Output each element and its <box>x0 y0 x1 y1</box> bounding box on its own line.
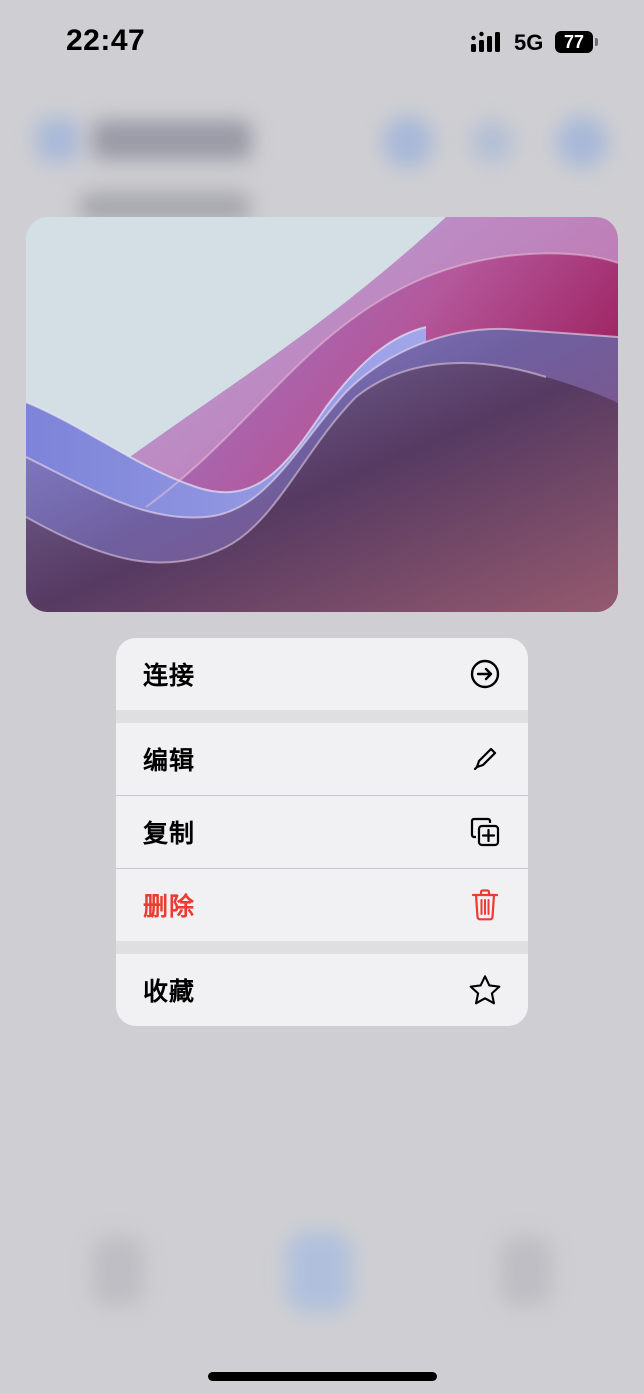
menu-item-duplicate[interactable]: 复制 <box>116 796 528 868</box>
menu-group-separator <box>116 941 528 954</box>
menu-item-label: 编辑 <box>143 746 196 775</box>
menu-item-delete[interactable]: 删除 <box>116 869 528 941</box>
menu-item-connect[interactable]: 连接 <box>116 638 528 710</box>
status-time: 22:47 <box>66 24 146 57</box>
menu-item-label: 删除 <box>143 892 196 921</box>
battery-level: 77 <box>563 31 585 52</box>
home-indicator[interactable] <box>208 1372 437 1381</box>
trash-icon <box>468 888 502 922</box>
wallpaper-image <box>26 217 618 612</box>
menu-group-separator <box>116 710 528 723</box>
blurred-title <box>92 120 252 160</box>
duplicate-plus-icon <box>468 815 502 849</box>
star-icon <box>468 973 502 1007</box>
menu-item-favorite[interactable]: 收藏 <box>116 954 528 1026</box>
blurred-button <box>382 116 434 168</box>
pencil-icon <box>468 742 502 776</box>
cellular-signal-icon <box>471 31 500 52</box>
battery-icon: 77 <box>555 31 593 53</box>
blurred-app-icon <box>36 118 80 162</box>
context-menu: 连接 编辑 复制 删除 收藏 <box>116 638 528 1026</box>
blurred-tab-item <box>286 1232 352 1312</box>
preview-image-card <box>26 217 618 612</box>
arrow-circle-right-icon <box>468 657 502 691</box>
blurred-button <box>556 116 608 168</box>
menu-item-label: 复制 <box>143 819 196 848</box>
battery-cap <box>595 38 598 46</box>
menu-item-label: 连接 <box>143 661 196 690</box>
network-type: 5G <box>514 30 544 55</box>
menu-item-label: 收藏 <box>143 977 196 1006</box>
blurred-tab-item <box>92 1236 144 1306</box>
blurred-tab-item <box>500 1236 552 1306</box>
menu-item-edit[interactable]: 编辑 <box>116 723 528 795</box>
blurred-button <box>470 120 514 164</box>
